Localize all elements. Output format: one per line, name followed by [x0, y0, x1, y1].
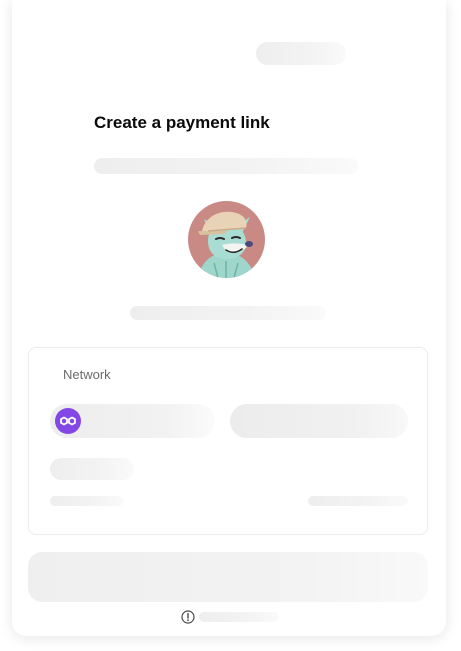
network-section: Network [28, 347, 428, 535]
polygon-icon [55, 408, 81, 434]
token-select[interactable] [230, 404, 408, 438]
footer-text-placeholder [199, 612, 279, 622]
network-label: Network [63, 367, 111, 382]
subtitle-placeholder [94, 158, 358, 174]
amount-placeholder [50, 458, 134, 480]
network-select[interactable] [50, 404, 215, 438]
header-placeholder [256, 42, 346, 65]
payment-link-card: Create a payment link Network [12, 0, 446, 636]
fee-value-placeholder [308, 496, 408, 506]
fox-avatar-icon [188, 201, 265, 278]
fee-label-placeholder [50, 496, 124, 506]
description-placeholder [130, 306, 326, 320]
create-link-button[interactable] [28, 552, 428, 602]
page-title: Create a payment link [94, 113, 270, 132]
info-icon [181, 610, 195, 624]
